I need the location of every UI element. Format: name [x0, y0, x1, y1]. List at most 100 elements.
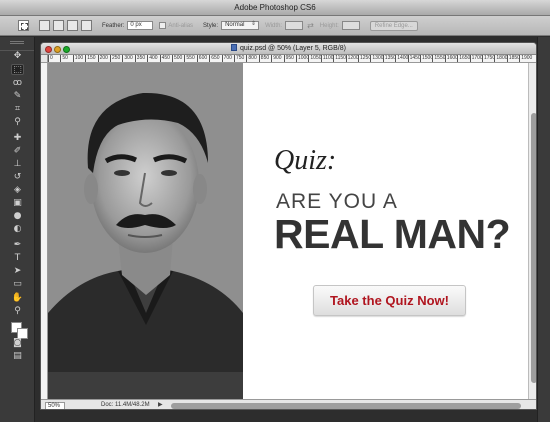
height-label: Height: — [319, 22, 339, 29]
zoom-window-icon[interactable] — [63, 46, 70, 53]
screen-mode-icon[interactable]: ▤ — [11, 351, 24, 362]
ruler-tick-label: 400 — [147, 55, 158, 62]
portrait-photo — [48, 63, 243, 372]
marquee-icon[interactable]: ⬚ — [11, 64, 24, 75]
gradient-icon[interactable]: ▣ — [11, 198, 24, 209]
ruler-tick-label: 1150 — [333, 55, 346, 62]
feather-input[interactable]: 0 px — [127, 21, 154, 30]
doc-info[interactable]: Doc: 11.4M/48.2M — [101, 400, 150, 409]
move-icon[interactable]: ✥ — [11, 51, 24, 62]
swap-dimensions-icon[interactable]: ⇄ — [307, 21, 314, 30]
quick-select-icon[interactable]: ✎ — [11, 91, 24, 102]
ruler-tick-label: 300 — [122, 55, 133, 62]
ruler-tick-label: 550 — [184, 55, 195, 62]
ruler-tick-label: 1750 — [482, 55, 496, 62]
dark-gray-block — [48, 372, 243, 399]
shape-icon[interactable]: ▭ — [11, 279, 24, 290]
width-label: Width: — [265, 22, 283, 29]
marquee-preset-icon[interactable] — [18, 20, 29, 31]
new-selection-icon[interactable] — [39, 20, 50, 31]
minimize-window-icon[interactable] — [54, 46, 61, 53]
style-select[interactable]: Normal — [221, 21, 260, 30]
tools-grip[interactable] — [0, 41, 34, 51]
ruler-tick-label: 350 — [134, 55, 146, 62]
ruler-tick-label: 1600 — [444, 55, 458, 62]
tools-panel: ⬚ ✥ ꝏ ✎ ⌗ ⚲ ✚ ✐ ⊥ ↺ ◈ ▣ ● ◐ ✒ T ➤ ▭ ✋ ⚲ … — [0, 37, 35, 422]
portrait-illustration — [48, 63, 243, 372]
ruler-tick-label: 1100 — [320, 55, 334, 62]
ruler-tick-label: 150 — [85, 55, 96, 62]
ruler-left[interactable] — [41, 63, 48, 399]
ruler-tick-label: 1350 — [382, 55, 396, 62]
ruler-tick-label: 1500 — [420, 55, 434, 62]
ruler-tick-label: 0 — [48, 55, 53, 62]
quick-mask-icon[interactable]: ◙ — [11, 338, 24, 349]
status-bar: 50% Doc: 11.4M/48.2M ▶ — [41, 399, 536, 409]
ruler-tick-label: 1050 — [308, 55, 322, 62]
take-quiz-button[interactable]: Take the Quiz Now! — [313, 285, 466, 316]
crop-icon[interactable]: ⌗ — [11, 104, 24, 115]
ruler-tick-label: 500 — [172, 55, 183, 62]
ruler-tick-label: 800 — [246, 55, 257, 62]
horizontal-scroll-thumb[interactable] — [171, 403, 521, 409]
ruler-tick-label: 750 — [234, 55, 245, 62]
anti-alias-checkbox[interactable] — [159, 22, 167, 29]
zoom-field[interactable]: 50% — [45, 402, 65, 409]
height-input[interactable] — [341, 21, 360, 30]
ruler-tick-label: 600 — [196, 55, 208, 62]
canvas[interactable]: Quiz: ARE YOU A REAL MAN? Take the Quiz … — [48, 63, 528, 399]
ruler-tick-label: 100 — [72, 55, 84, 62]
quiz-label: Quiz: — [274, 145, 337, 176]
ruler-tick-label: 1650 — [457, 55, 471, 62]
eyedropper-icon[interactable]: ⚲ — [11, 117, 24, 128]
width-input[interactable] — [285, 21, 304, 30]
ruler-tick-label: 950 — [283, 55, 294, 62]
status-menu-icon[interactable]: ▶ — [158, 400, 163, 409]
eraser-icon[interactable]: ◈ — [11, 185, 24, 196]
anti-alias-label: Anti-alias — [168, 22, 194, 29]
psd-file-icon — [231, 44, 238, 51]
ruler-tick-label: 1550 — [432, 55, 446, 62]
zoom-icon[interactable]: ⚲ — [11, 306, 24, 317]
intersect-selection-icon[interactable] — [81, 20, 92, 31]
headline-big: REAL MAN? — [274, 211, 511, 257]
vertical-scrollbar[interactable] — [528, 63, 536, 399]
ruler-tick-label: 50 — [60, 55, 68, 62]
ruler-tick-label: 200 — [97, 55, 108, 62]
close-window-icon[interactable] — [45, 46, 52, 53]
document-window: quiz.psd @ 50% (Layer 5, RGB/8) 0 50 100 15… — [40, 42, 537, 410]
subtract-selection-icon[interactable] — [67, 20, 78, 31]
ruler-tick-label: 1850 — [506, 55, 520, 62]
ruler-top[interactable]: 0 50 100 150 200 250 300 350 400 450 500 550 600 650 7… — [48, 55, 536, 63]
options-bar: Feather: 0 px Anti-alias Style: Normal W… — [0, 16, 550, 36]
history-brush-icon[interactable]: ↺ — [11, 172, 24, 183]
ruler-tick-label: 1400 — [395, 55, 409, 62]
document-titlebar[interactable]: quiz.psd @ 50% (Layer 5, RGB/8) — [41, 43, 536, 55]
ruler-tick-label: 650 — [209, 55, 220, 62]
add-selection-icon[interactable] — [53, 20, 64, 31]
brush-icon[interactable]: ✐ — [11, 146, 24, 157]
app-title-bar: Adobe Photoshop CS6 — [0, 0, 550, 16]
ruler-tick-label: 700 — [221, 55, 232, 62]
ruler-tick-label: 1900 — [519, 55, 533, 62]
type-icon[interactable]: T — [11, 253, 24, 264]
feather-label: Feather: — [102, 22, 125, 29]
ruler-tick-label: 1000 — [296, 55, 310, 62]
ruler-tick-label: 1250 — [358, 55, 372, 62]
ruler-corner[interactable] — [41, 55, 48, 63]
app-title: Adobe Photoshop CS6 — [234, 3, 316, 12]
ruler-tick-label: 450 — [159, 55, 170, 62]
dodge-icon[interactable]: ◐ — [11, 224, 24, 235]
right-panel-edge — [537, 37, 550, 422]
ruler-tick-label: 250 — [110, 55, 121, 62]
ruler-tick-label: 850 — [258, 55, 270, 62]
refine-edge-button[interactable]: Refine Edge... — [369, 20, 418, 31]
stamp-icon[interactable]: ⊥ — [11, 159, 24, 170]
blur-icon[interactable]: ● — [11, 211, 24, 222]
hand-icon[interactable]: ✋ — [11, 293, 24, 304]
path-select-icon[interactable]: ➤ — [11, 266, 24, 277]
healing-icon[interactable]: ✚ — [11, 133, 24, 144]
lasso-icon[interactable]: ꝏ — [11, 78, 24, 89]
ruler-tick-label: 1450 — [407, 55, 421, 62]
pen-icon[interactable]: ✒ — [11, 240, 24, 251]
